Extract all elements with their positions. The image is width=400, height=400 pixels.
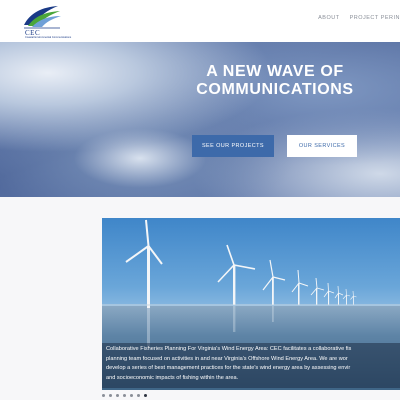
carousel-dot[interactable] xyxy=(116,394,119,397)
carousel-dots xyxy=(102,394,147,397)
site-header: CEC Coastal Environmental Communications… xyxy=(0,0,400,42)
carousel-dot[interactable] xyxy=(137,394,140,397)
wave-logo-icon xyxy=(24,6,61,29)
wind-turbine-icon xyxy=(125,219,163,308)
hero-banner: A NEW WAVE OF COMMUNICATIONS SEE OUR PRO… xyxy=(0,42,400,197)
carousel-dot-active[interactable] xyxy=(144,394,147,397)
hero-title-line-2: COMMUNICATIONS xyxy=(196,81,354,98)
wind-turbine-icon xyxy=(334,285,344,305)
slide-caption: Collaborative Fisheries Planning For Vir… xyxy=(102,343,400,388)
caption-line: develop a series of best management prac… xyxy=(106,365,351,371)
wind-turbine-icon xyxy=(310,277,325,305)
hero-title: A NEW WAVE OF COMMUNICATIONS xyxy=(170,63,380,99)
nav-item-projects[interactable]: PROJECT PERIN xyxy=(350,15,400,21)
caption-line: and socioeconomic impacts of fishing wit… xyxy=(106,374,239,381)
logo-subtext: Coastal Environmental Communications xyxy=(25,36,72,39)
caption-line: Collaborative Fisheries Planning For Vir… xyxy=(106,346,352,352)
carousel-dot[interactable] xyxy=(130,394,133,397)
main-nav: ABOUT PROJECT PERIN xyxy=(318,15,400,21)
wind-turbine-icon xyxy=(323,282,335,305)
hero-title-line-1: A NEW WAVE OF xyxy=(206,63,344,80)
wind-turbine-icon xyxy=(217,244,256,305)
caption-line: planning team focused on activities in a… xyxy=(106,355,348,362)
our-services-button[interactable]: OUR SERVICES xyxy=(287,135,357,157)
wind-turbine-icon xyxy=(350,290,357,305)
wind-turbine-icon xyxy=(262,259,286,305)
wind-turbine-icon xyxy=(291,269,309,305)
see-our-projects-button[interactable]: SEE OUR PROJECTS xyxy=(192,135,274,157)
carousel-dot[interactable] xyxy=(123,394,126,397)
carousel-dot[interactable] xyxy=(109,394,112,397)
site-logo[interactable]: CEC Coastal Environmental Communications xyxy=(22,3,82,39)
wind-turbine-icon xyxy=(342,288,351,305)
carousel-dot[interactable] xyxy=(102,394,105,397)
nav-item-about[interactable]: ABOUT xyxy=(318,15,339,21)
